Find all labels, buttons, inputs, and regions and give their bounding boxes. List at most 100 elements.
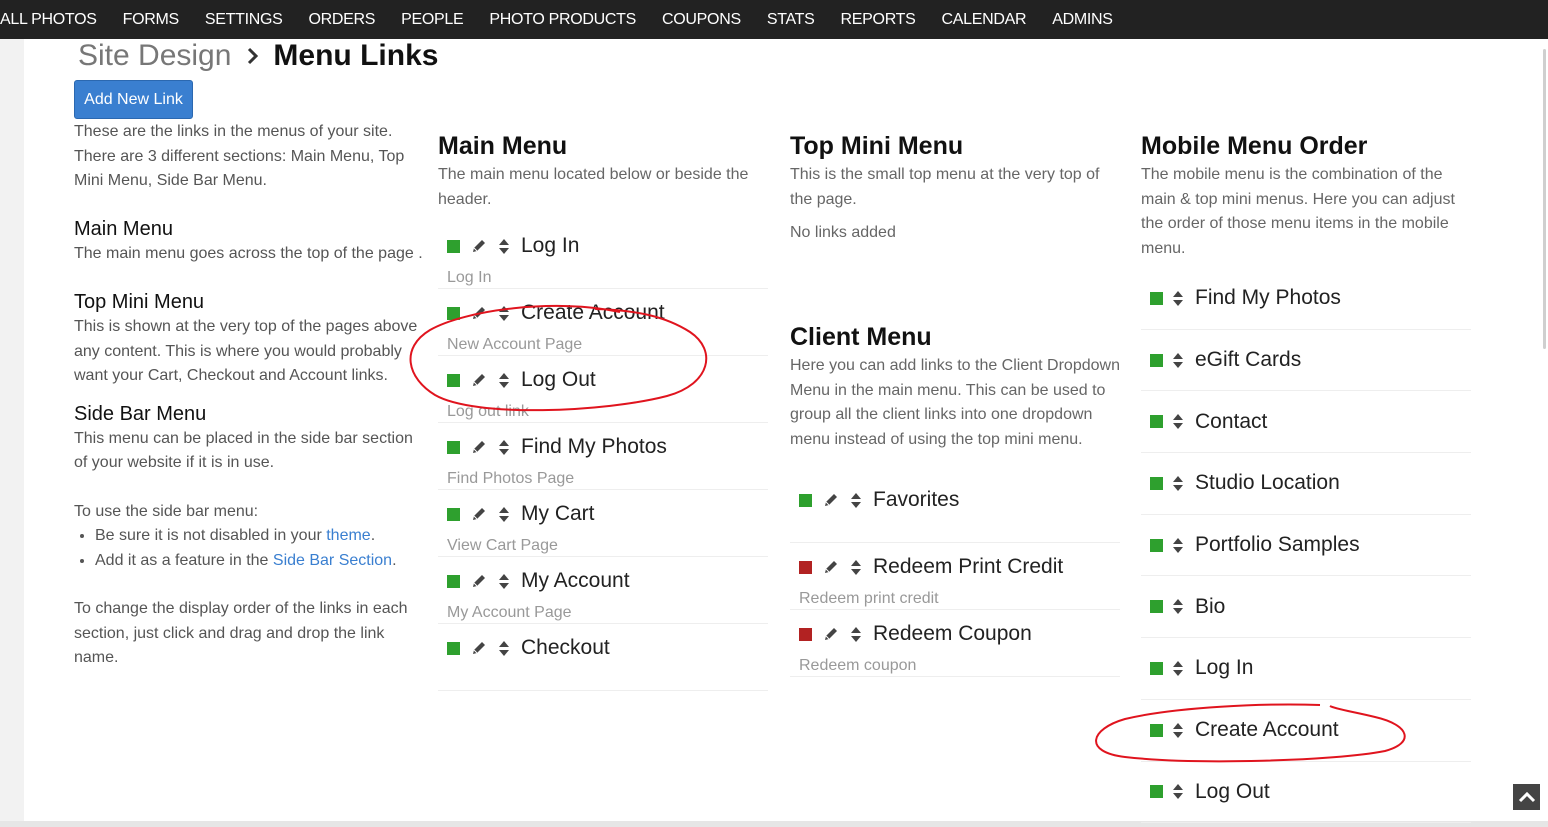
status-square[interactable]	[447, 306, 460, 320]
sort-arrows-icon[interactable]	[851, 559, 873, 575]
menu-link-title[interactable]: Create Account	[521, 301, 665, 325]
status-square[interactable]	[799, 493, 812, 507]
sort-arrows-icon[interactable]	[851, 626, 873, 642]
pencil-icon[interactable]	[471, 238, 499, 254]
mobile-menu-row[interactable]: Bio	[1141, 576, 1471, 639]
menu-link-row[interactable]: Checkout	[438, 624, 768, 691]
menu-link-row[interactable]: Log Out Log out link	[438, 356, 768, 423]
menu-link-row[interactable]: My Account My Account Page	[438, 557, 768, 624]
nav-orders[interactable]: ORDERS	[296, 11, 389, 29]
status-square[interactable]	[1150, 353, 1163, 367]
mobile-menu-row[interactable]: Log Out	[1141, 762, 1471, 824]
sort-arrows-icon[interactable]	[499, 573, 521, 589]
pencil-icon[interactable]	[471, 640, 499, 656]
mobile-menu-title[interactable]: Portfolio Samples	[1195, 533, 1360, 557]
theme-link[interactable]: theme	[326, 527, 370, 544]
nav-forms[interactable]: FORMS	[110, 11, 192, 29]
status-square[interactable]	[447, 641, 460, 655]
sort-arrows-icon[interactable]	[499, 439, 521, 455]
status-square[interactable]	[799, 627, 812, 641]
status-square[interactable]	[447, 574, 460, 588]
mobile-menu-row[interactable]: Find My Photos	[1141, 268, 1471, 330]
sort-arrows-icon[interactable]	[1173, 414, 1195, 430]
pencil-icon[interactable]	[471, 439, 499, 455]
sort-arrows-icon[interactable]	[1173, 290, 1195, 306]
status-square[interactable]	[1150, 785, 1163, 799]
menu-link-title[interactable]: My Cart	[521, 502, 595, 526]
sort-arrows-icon[interactable]	[499, 506, 521, 522]
menu-link-title[interactable]: Find My Photos	[521, 435, 667, 459]
sort-arrows-icon[interactable]	[1173, 537, 1195, 553]
status-square[interactable]	[447, 507, 460, 521]
menu-link-title[interactable]: Log Out	[521, 368, 596, 392]
sort-arrows-icon[interactable]	[1173, 660, 1195, 676]
breadcrumb-site-design[interactable]: Site Design	[78, 39, 231, 73]
nav-settings[interactable]: SETTINGS	[192, 11, 296, 29]
status-square[interactable]	[447, 373, 460, 387]
pencil-icon[interactable]	[471, 305, 499, 321]
menu-link-title[interactable]: Redeem Coupon	[873, 622, 1032, 646]
sort-arrows-icon[interactable]	[499, 238, 521, 254]
menu-link-row[interactable]: Find My Photos Find Photos Page	[438, 423, 768, 490]
status-square[interactable]	[799, 560, 812, 574]
sort-arrows-icon[interactable]	[1173, 722, 1195, 738]
mobile-menu-title[interactable]: Create Account	[1195, 718, 1339, 742]
pencil-icon[interactable]	[471, 372, 499, 388]
nav-stats[interactable]: STATS	[754, 11, 828, 29]
mobile-menu-row[interactable]: Portfolio Samples	[1141, 515, 1471, 577]
nav-people[interactable]: PEOPLE	[388, 11, 476, 29]
nav-all-photos[interactable]: ALL PHOTOS	[0, 11, 110, 29]
menu-link-title[interactable]: My Account	[521, 569, 630, 593]
scrollbar[interactable]	[1517, 39, 1548, 821]
pencil-icon[interactable]	[471, 573, 499, 589]
mobile-menu-title[interactable]: Log In	[1195, 656, 1253, 680]
mobile-menu-title[interactable]: Bio	[1195, 595, 1225, 619]
menu-link-row[interactable]: Redeem Coupon Redeem coupon	[790, 610, 1120, 677]
side-bar-section-link[interactable]: Side Bar Section	[273, 552, 392, 569]
sort-arrows-icon[interactable]	[499, 305, 521, 321]
menu-link-row[interactable]: Create Account New Account Page	[438, 289, 768, 356]
status-square[interactable]	[1150, 291, 1163, 305]
pencil-icon[interactable]	[823, 492, 851, 508]
menu-link-title[interactable]: Redeem Print Credit	[873, 555, 1063, 579]
menu-link-row[interactable]: My Cart View Cart Page	[438, 490, 768, 557]
status-square[interactable]	[1150, 476, 1163, 490]
sort-arrows-icon[interactable]	[499, 640, 521, 656]
pencil-icon[interactable]	[823, 559, 851, 575]
mobile-menu-title[interactable]: eGift Cards	[1195, 348, 1301, 372]
status-square[interactable]	[1150, 600, 1163, 614]
menu-link-title[interactable]: Checkout	[521, 636, 610, 660]
sort-arrows-icon[interactable]	[1173, 599, 1195, 615]
mobile-menu-row[interactable]: Studio Location	[1141, 453, 1471, 515]
status-square[interactable]	[1150, 661, 1163, 675]
menu-link-title[interactable]: Favorites	[873, 488, 959, 512]
nav-reports[interactable]: REPORTS	[828, 11, 929, 29]
scroll-to-top-button[interactable]	[1513, 784, 1540, 810]
mobile-menu-row[interactable]: Create Account	[1141, 700, 1471, 762]
nav-coupons[interactable]: COUPONS	[649, 11, 754, 29]
mobile-menu-title[interactable]: Contact	[1195, 410, 1267, 434]
status-square[interactable]	[1150, 723, 1163, 737]
sort-arrows-icon[interactable]	[1173, 475, 1195, 491]
mobile-menu-row[interactable]: eGift Cards	[1141, 330, 1471, 392]
sort-arrows-icon[interactable]	[851, 492, 873, 508]
menu-link-row[interactable]: Redeem Print Credit Redeem print credit	[790, 543, 1120, 610]
pencil-icon[interactable]	[823, 626, 851, 642]
mobile-menu-title[interactable]: Find My Photos	[1195, 286, 1341, 310]
pencil-icon[interactable]	[471, 506, 499, 522]
nav-photo-products[interactable]: PHOTO PRODUCTS	[476, 11, 649, 29]
status-square[interactable]	[1150, 538, 1163, 552]
status-square[interactable]	[447, 239, 460, 253]
sort-arrows-icon[interactable]	[1173, 784, 1195, 800]
menu-link-title[interactable]: Log In	[521, 234, 579, 258]
status-square[interactable]	[1150, 415, 1163, 429]
add-new-link-button[interactable]: Add New Link	[74, 80, 193, 119]
mobile-menu-title[interactable]: Log Out	[1195, 780, 1270, 804]
mobile-menu-row[interactable]: Log In	[1141, 638, 1471, 700]
mobile-menu-title[interactable]: Studio Location	[1195, 471, 1340, 495]
sort-arrows-icon[interactable]	[1173, 352, 1195, 368]
nav-calendar[interactable]: CALENDAR	[929, 11, 1040, 29]
mobile-menu-row[interactable]: Contact	[1141, 391, 1471, 454]
menu-link-row[interactable]: Log In Log In	[438, 222, 768, 289]
scrollbar-thumb[interactable]	[1543, 49, 1546, 349]
